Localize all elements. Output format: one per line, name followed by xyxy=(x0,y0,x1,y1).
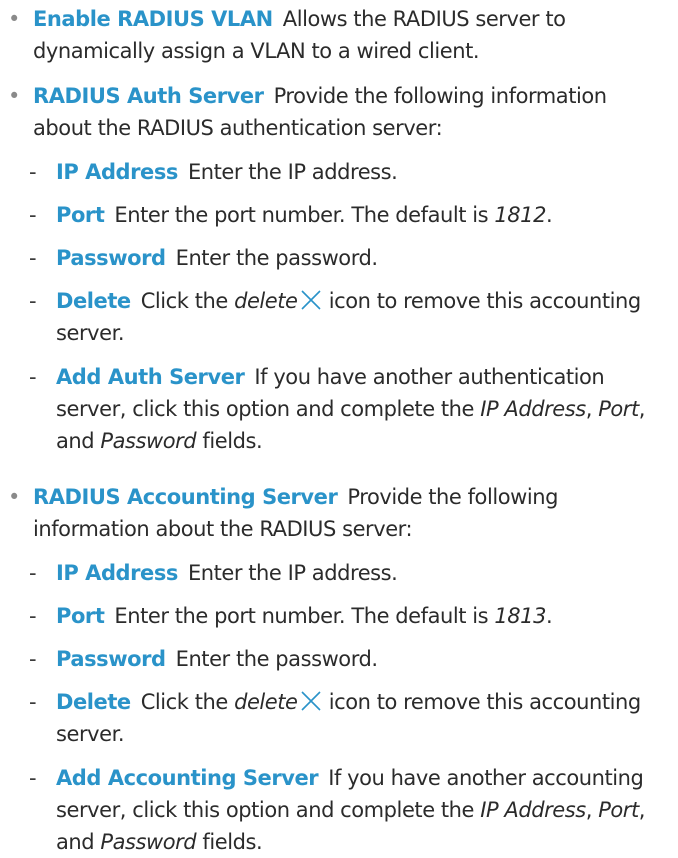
close-x-icon xyxy=(300,289,322,311)
term-add-auth-server: Add Auth Server xyxy=(56,365,245,389)
default-port-value: 1812 xyxy=(494,203,547,227)
term-ip-address: IP Address xyxy=(56,561,178,585)
bullet: • xyxy=(8,7,20,31)
punctuation: . xyxy=(546,604,553,628)
separator: , xyxy=(585,798,599,822)
dash: - xyxy=(29,246,37,270)
term-radius-accounting-server: RADIUS Accounting Server xyxy=(33,485,338,509)
dash: - xyxy=(29,289,37,313)
list-item-radius-auth-server: • RADIUS Auth Server Provide the followin… xyxy=(8,80,671,144)
dash: - xyxy=(29,604,37,628)
term-password: Password xyxy=(56,647,166,671)
sub-item-auth-port: - Port Enter the port number. The default… xyxy=(29,199,668,231)
description: Enter the password. xyxy=(175,647,378,671)
description: Enter the port number. The default is xyxy=(114,203,495,227)
field-password: Password xyxy=(100,830,197,854)
description-end: fields. xyxy=(196,429,263,453)
bullet: • xyxy=(8,84,20,108)
description-pre: Click the xyxy=(140,289,235,313)
description: Enter the password. xyxy=(175,246,378,270)
dash: - xyxy=(29,647,37,671)
term-enable-radius-vlan: Enable RADIUS VLAN xyxy=(33,7,273,31)
term-password: Password xyxy=(56,246,166,270)
term-delete: Delete xyxy=(56,690,131,714)
dash: - xyxy=(29,365,37,389)
sub-item-acct-port: - Port Enter the port number. The default… xyxy=(29,600,668,632)
field-password: Password xyxy=(100,429,197,453)
description: Enter the IP address. xyxy=(187,561,398,585)
sub-item-auth-ip-address: - IP Address Enter the IP address. xyxy=(29,156,668,188)
dash: - xyxy=(29,690,37,714)
list-item-enable-radius-vlan: • Enable RADIUS VLAN Allows the RADIUS se… xyxy=(8,3,671,67)
separator: , xyxy=(585,397,599,421)
field-ip-address: IP Address xyxy=(480,397,586,421)
list-item-radius-accounting-server: • RADIUS Accounting Server Provide the fo… xyxy=(8,481,671,545)
description: Enter the port number. The default is xyxy=(114,604,495,628)
term-port: Port xyxy=(56,203,105,227)
sub-item-add-auth-server: - Add Auth Server If you have another aut… xyxy=(29,361,668,457)
sub-item-auth-password: - Password Enter the password. xyxy=(29,242,668,274)
dash: - xyxy=(29,160,37,184)
description: Enter the IP address. xyxy=(187,160,398,184)
term-add-accounting-server: Add Accounting Server xyxy=(56,766,319,790)
dash: - xyxy=(29,561,37,585)
dash: - xyxy=(29,203,37,227)
sub-item-add-accounting-server: - Add Accounting Server If you have anoth… xyxy=(29,762,668,858)
term-ip-address: IP Address xyxy=(56,160,178,184)
term-port: Port xyxy=(56,604,105,628)
dash: - xyxy=(29,766,37,790)
term-delete: Delete xyxy=(56,289,131,313)
delete-word: delete xyxy=(234,690,298,714)
delete-word: delete xyxy=(234,289,298,313)
description-pre: Click the xyxy=(140,690,235,714)
sub-item-acct-delete: - Delete Click the delete icon to remove … xyxy=(29,686,668,750)
field-ip-address: IP Address xyxy=(480,798,586,822)
field-port: Port xyxy=(598,798,639,822)
close-x-icon xyxy=(300,690,322,712)
term-radius-auth-server: RADIUS Auth Server xyxy=(33,84,264,108)
punctuation: . xyxy=(546,203,553,227)
field-port: Port xyxy=(598,397,639,421)
default-port-value: 1813 xyxy=(494,604,547,628)
description-end: fields. xyxy=(196,830,263,854)
sub-item-acct-password: - Password Enter the password. xyxy=(29,643,668,675)
sub-item-acct-ip-address: - IP Address Enter the IP address. xyxy=(29,557,668,589)
bullet: • xyxy=(8,485,20,509)
sub-item-auth-delete: - Delete Click the delete icon to remove … xyxy=(29,285,668,349)
